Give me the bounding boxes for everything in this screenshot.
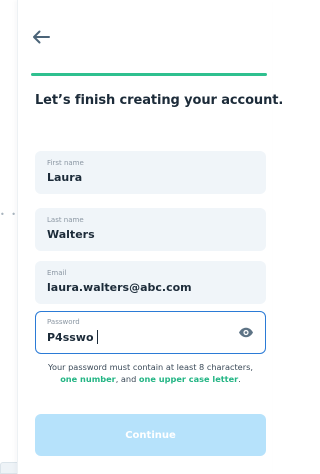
password-value-line: P4sswo — [47, 330, 254, 345]
hint-highlight-uppercase: one upper case letter — [138, 374, 239, 384]
hint-text-3: . — [238, 374, 241, 384]
arrow-left-icon — [33, 30, 50, 44]
email-label: Email — [47, 269, 67, 277]
password-requirements: Your password must contain at least 8 ch… — [28, 361, 273, 385]
email-field[interactable]: Email laura.walters@abc.com — [35, 261, 266, 304]
first-name-value: Laura — [47, 171, 83, 184]
password-field[interactable]: Password P4sswo — [35, 311, 266, 354]
first-name-label: First name — [47, 159, 84, 167]
last-name-label: Last name — [47, 216, 84, 224]
email-value: laura.walters@abc.com — [47, 281, 192, 294]
page-title: Let’s finish creating your account. — [35, 93, 284, 108]
hint-text-1: Your password must contain at least 8 ch… — [48, 362, 253, 372]
continue-button[interactable]: Continue — [35, 414, 266, 456]
password-value: P4sswo — [47, 331, 94, 344]
hint-text-2: , and — [115, 374, 137, 384]
last-name-field[interactable]: Last name Walters — [35, 208, 266, 251]
progress-bar — [31, 73, 267, 76]
text-caret — [96, 330, 99, 344]
last-name-value: Walters — [47, 228, 95, 241]
eye-icon — [239, 327, 253, 337]
signup-card: Let’s finish creating your account. Firs… — [17, 0, 284, 474]
show-password-button[interactable] — [237, 324, 255, 340]
hint-highlight-number: one number — [60, 374, 116, 384]
password-label: Password — [47, 318, 80, 326]
first-name-field[interactable]: First name Laura — [35, 151, 266, 194]
back-button[interactable] — [28, 26, 54, 48]
